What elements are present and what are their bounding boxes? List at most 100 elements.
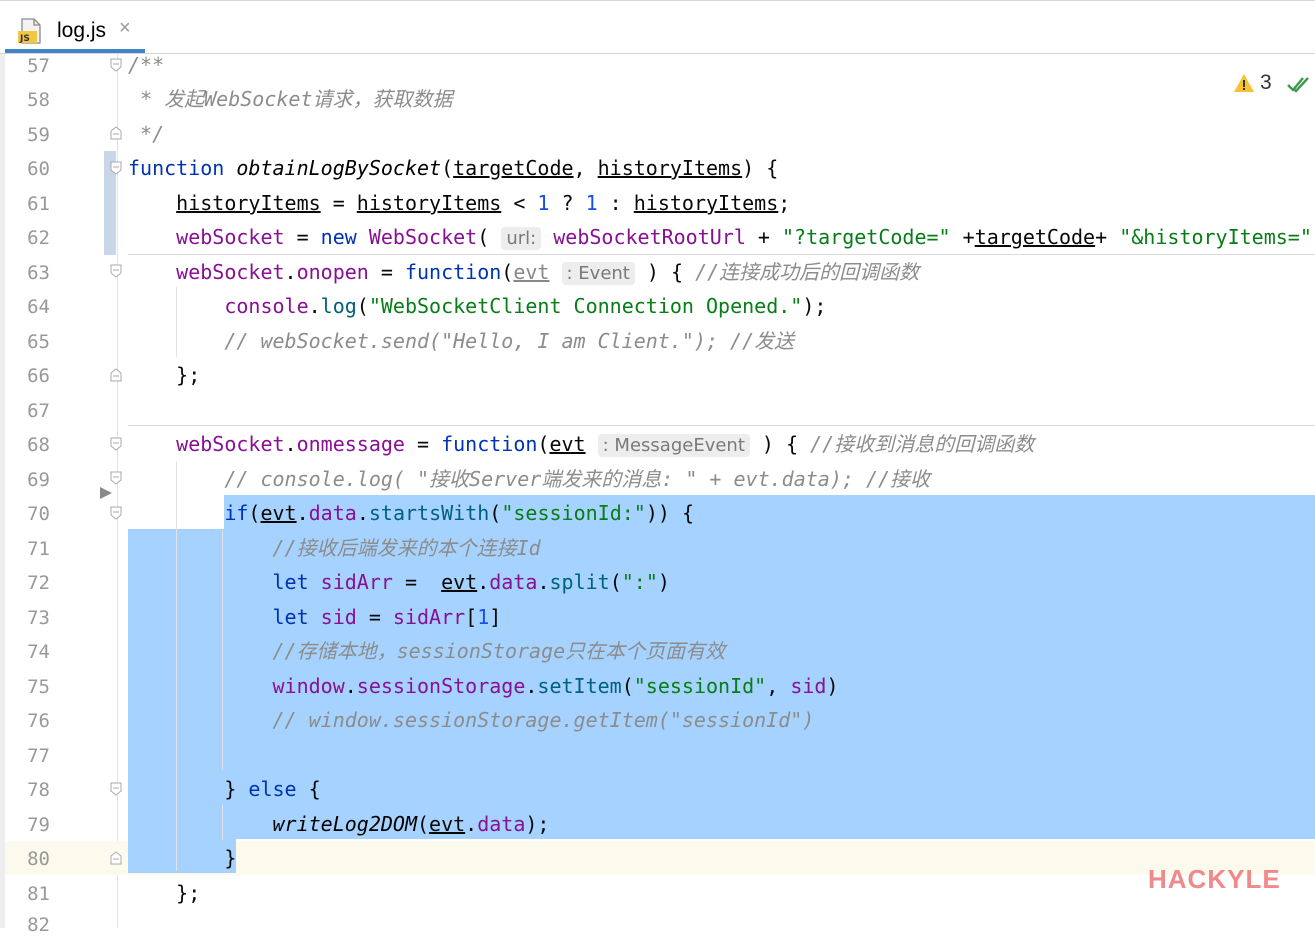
code-token: sidArr xyxy=(392,605,466,629)
code-line[interactable]: */ xyxy=(128,117,164,151)
code-token: "?targetCode=" xyxy=(782,225,951,249)
line-number: 60 xyxy=(27,158,50,180)
code-token: // window.sessionStorage.getItem("sessio… xyxy=(272,708,815,732)
fold-icon[interactable] xyxy=(110,851,122,865)
code-line[interactable]: /** xyxy=(128,48,164,82)
code-token: setItem xyxy=(537,674,622,698)
code-line[interactable]: console.log("WebSocketClient Connection … xyxy=(128,289,826,323)
parameter-hint: url: xyxy=(501,227,542,250)
code-line[interactable]: writeLog2DOM(evt.data); xyxy=(128,807,550,841)
code-token: webSocketRootUrl xyxy=(553,225,746,249)
fold-icon[interactable] xyxy=(110,782,122,796)
line-number: 63 xyxy=(27,262,50,284)
code-token: sessionStorage xyxy=(356,674,526,698)
code-token: onopen xyxy=(296,260,369,284)
line-number: 78 xyxy=(27,779,50,801)
fold-icon[interactable] xyxy=(110,264,122,278)
code-token: writeLog2DOM xyxy=(272,812,418,836)
line-number: 77 xyxy=(27,745,50,767)
code-token: sid xyxy=(790,674,827,698)
line-number: 81 xyxy=(27,883,50,905)
double-check-icon xyxy=(1287,77,1309,93)
code-line[interactable]: webSocket.onmessage = function(evt : Mes… xyxy=(128,427,1034,461)
line-number: 64 xyxy=(27,296,50,318)
line-number: 68 xyxy=(27,434,50,456)
code-token: data xyxy=(477,812,526,836)
code-token: split xyxy=(549,570,610,594)
code-line[interactable]: function obtainLogBySocket(targetCode, h… xyxy=(128,151,778,185)
code-token: 1 xyxy=(585,191,598,215)
line-number: 58 xyxy=(27,89,50,111)
code-token: startsWith xyxy=(368,501,490,525)
line-number: 57 xyxy=(27,55,50,77)
code-line[interactable]: }; xyxy=(128,876,200,910)
code-line[interactable]: if(evt.data.startsWith("sessionId:")) { xyxy=(128,496,694,530)
line-number: 65 xyxy=(27,331,50,353)
code-token: let xyxy=(272,605,309,629)
line-number: 67 xyxy=(27,400,50,422)
code-token: else xyxy=(248,777,297,801)
line-number: 76 xyxy=(27,710,50,732)
gutter-divider xyxy=(117,54,118,928)
breakpoint-arrow-icon xyxy=(100,487,112,499)
fold-icon[interactable] xyxy=(110,471,122,485)
code-line[interactable]: historyItems = historyItems < 1 ? 1 : hi… xyxy=(128,186,790,220)
code-token: //接收到消息的回调函数 xyxy=(810,432,1035,456)
code-token: console xyxy=(224,294,309,318)
code-line[interactable]: //接收后端发来的本个连接Id xyxy=(128,531,541,565)
code-token: evt xyxy=(549,432,586,456)
line-number: 70 xyxy=(27,503,50,525)
fold-icon[interactable] xyxy=(110,368,122,382)
code-token: sid xyxy=(320,605,357,629)
fold-icon[interactable] xyxy=(110,58,122,72)
fold-icon[interactable] xyxy=(110,161,122,175)
fold-icon[interactable] xyxy=(110,126,122,140)
line-number: 75 xyxy=(27,676,50,698)
code-token: //连接成功后的回调函数 xyxy=(695,260,920,284)
fold-icon[interactable] xyxy=(110,506,122,520)
code-token: ":" xyxy=(621,570,658,594)
inspection-widget[interactable]: 3 xyxy=(1233,71,1309,99)
line-number: 61 xyxy=(27,193,50,215)
code-line[interactable]: webSocket.onopen = function(evt : Event … xyxy=(128,255,919,289)
code-line[interactable]: * 发起WebSocket请求，获取数据 xyxy=(128,82,452,116)
code-token: function xyxy=(404,260,502,284)
code-token: evt xyxy=(260,501,297,525)
js-file-icon: JS xyxy=(18,18,41,44)
parameter-hint: : Event xyxy=(561,262,635,285)
code-token: } xyxy=(224,846,237,870)
code-token: 1 xyxy=(537,191,550,215)
code-line[interactable]: }; xyxy=(128,358,200,392)
code-line[interactable]: } else { xyxy=(128,772,320,806)
code-token: }; xyxy=(176,363,201,387)
code-token: }; xyxy=(176,881,201,905)
code-token: "sessionId:" xyxy=(501,501,646,525)
code-line[interactable]: // window.sessionStorage.getItem("sessio… xyxy=(128,703,815,737)
code-line[interactable]: // console.log( "接收Server端发来的消息: " + evt… xyxy=(128,462,930,496)
close-icon[interactable]: × xyxy=(119,17,131,40)
code-token: evt xyxy=(513,260,550,284)
code-token: sidArr xyxy=(320,570,393,594)
tab-log-js[interactable]: JS log.js × xyxy=(5,7,145,53)
warning-icon xyxy=(1234,74,1254,92)
code-token: "&historyItems=" xyxy=(1119,225,1312,249)
editor-tab-bar: JS log.js × xyxy=(0,0,1315,54)
code-line[interactable]: //存储本地，sessionStorage只在本个页面有效 xyxy=(128,634,726,668)
code-token: WebSocket xyxy=(368,225,478,249)
code-line[interactable]: webSocket = new WebSocket( url: webSocke… xyxy=(128,220,1315,254)
code-line[interactable]: let sid = sidArr[1] xyxy=(128,600,502,634)
code-token: webSocket xyxy=(176,225,285,249)
line-number: 79 xyxy=(27,814,50,836)
line-number: 71 xyxy=(27,538,50,560)
code-token: // console.log( "接收Server端发来的消息: " + evt… xyxy=(224,467,931,491)
code-line[interactable]: window.sessionStorage.setItem("sessionId… xyxy=(128,669,839,703)
code-token: log xyxy=(320,294,357,318)
fold-icon[interactable] xyxy=(110,437,122,451)
code-line[interactable]: let sidArr = evt.data.split(":") xyxy=(128,565,670,599)
tab-title: log.js xyxy=(57,19,107,42)
svg-text:JS: JS xyxy=(19,34,30,44)
code-line[interactable]: // webSocket.send("Hello, I am Client.")… xyxy=(128,324,794,358)
line-number: 73 xyxy=(27,607,50,629)
code-token: data xyxy=(489,570,538,594)
code-line[interactable]: } xyxy=(128,841,236,875)
